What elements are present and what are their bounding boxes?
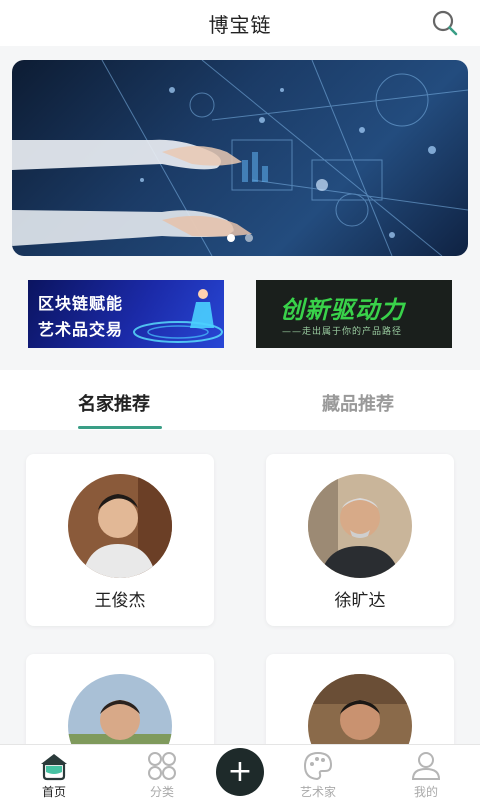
palette-icon xyxy=(303,751,333,781)
artist-avatar xyxy=(308,674,412,745)
nav-artists[interactable]: 艺术家 xyxy=(283,745,353,800)
artist-name: 王俊杰 xyxy=(94,591,146,611)
artist-card[interactable] xyxy=(266,654,454,745)
nav-home-label: 首页 xyxy=(41,785,66,799)
promo-innovation[interactable]: 创新驱动力 ——走出属于你的产品路径 xyxy=(256,280,452,348)
home-icon xyxy=(41,754,67,781)
promo-line-2: 艺术品交易 xyxy=(38,320,124,339)
nav-home[interactable]: 首页 xyxy=(19,745,89,800)
artist-card[interactable]: 王俊杰 xyxy=(26,454,214,626)
artist-card[interactable] xyxy=(26,654,214,745)
search-icon[interactable] xyxy=(430,8,460,38)
banner-carousel[interactable] xyxy=(12,60,468,256)
recommend-tabs: 名家推荐 藏品推荐 xyxy=(0,370,480,430)
tab-active-indicator xyxy=(78,426,162,429)
nav-category[interactable]: 分类 xyxy=(127,745,197,800)
carousel-dot[interactable] xyxy=(227,234,235,242)
add-button[interactable]: + xyxy=(216,748,264,796)
tab-collection-recommend[interactable]: 藏品推荐 xyxy=(322,390,394,416)
promo-blockchain[interactable]: 区块链赋能 艺术品交易 xyxy=(28,280,224,348)
app-title: 博宝链 xyxy=(208,12,272,37)
plus-icon: + xyxy=(227,754,253,789)
artist-name: 徐旷达 xyxy=(334,591,386,611)
carousel-indicator xyxy=(12,234,468,242)
nav-category-label: 分类 xyxy=(149,785,174,799)
promo-line-1: 区块链赋能 xyxy=(38,294,124,313)
artist-avatar xyxy=(68,474,172,578)
tab-artist-recommend[interactable]: 名家推荐 xyxy=(78,390,150,416)
artist-avatar xyxy=(68,674,172,745)
promo-headline: 创新驱动力 xyxy=(280,296,405,324)
grid-icon xyxy=(148,752,176,780)
banner-image xyxy=(12,60,468,256)
user-icon xyxy=(411,752,441,780)
artist-card[interactable]: 徐旷达 xyxy=(266,454,454,626)
app-header: 博宝链 xyxy=(0,0,480,46)
nav-artists-label: 艺术家 xyxy=(299,785,336,799)
promo-tagline: ——走出属于你的产品路径 xyxy=(282,327,403,337)
nav-mine[interactable]: 我的 xyxy=(391,745,461,800)
artist-grid: 王俊杰 徐旷达 xyxy=(0,430,480,745)
carousel-dot[interactable] xyxy=(245,234,253,242)
nav-mine-label: 我的 xyxy=(413,785,438,799)
artist-avatar xyxy=(308,474,412,578)
